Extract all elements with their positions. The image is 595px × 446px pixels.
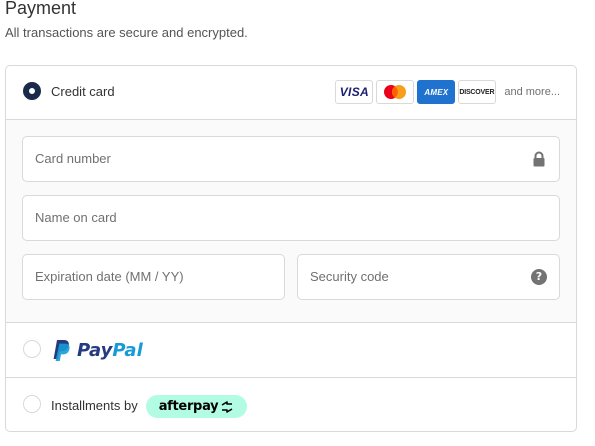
afterpay-radio[interactable] [23, 395, 41, 413]
section-subtitle: All transactions are secure and encrypte… [5, 25, 248, 40]
installments-label: Installments by [51, 398, 138, 413]
discover-logo: DISCOVER [458, 80, 497, 104]
mastercard-icon [384, 85, 407, 99]
discover-logo-text: DISCOVER [459, 88, 495, 96]
card-number-placeholder: Card number [35, 151, 111, 166]
question-mark-icon[interactable]: ? [531, 269, 547, 285]
visa-logo: VISA [335, 80, 374, 104]
paypal-wordmark-pay: Pay [77, 339, 113, 361]
paypal-p-icon [53, 340, 70, 361]
afterpay-wordmark: afterpay [158, 399, 219, 414]
section-title: Payment [5, 0, 77, 18]
card-logos: VISA AMEX DISCOVER and more... [335, 80, 560, 104]
paypal-option[interactable]: PayPal [6, 323, 576, 378]
credit-card-option[interactable]: Credit card VISA AMEX DISCOVER and more.… [6, 66, 576, 119]
credit-card-label: Credit card [51, 84, 115, 99]
lock-icon [533, 151, 545, 167]
afterpay-option[interactable]: Installments by afterpay [6, 378, 576, 431]
paypal-wordmark-pal: Pal [112, 339, 143, 361]
name-on-card-field[interactable]: Name on card [22, 195, 560, 241]
amex-logo-text: AMEX [424, 87, 449, 97]
paypal-logo: PayPal [51, 337, 143, 363]
amex-logo: AMEX [417, 80, 456, 104]
visa-logo-text: VISA [339, 85, 369, 99]
card-number-field[interactable]: Card number [22, 136, 560, 182]
paypal-radio[interactable] [23, 340, 41, 358]
afterpay-arrows-icon [221, 400, 233, 413]
more-cards-text: and more... [504, 86, 560, 98]
afterpay-badge: afterpay [146, 395, 247, 418]
paypal-wordmark: PayPal [77, 340, 143, 361]
name-on-card-placeholder: Name on card [35, 210, 117, 225]
security-code-placeholder: Security code [310, 269, 389, 284]
expiration-date-field[interactable]: Expiration date (MM / YY) [22, 254, 285, 300]
credit-card-radio[interactable] [23, 82, 41, 100]
security-code-field[interactable]: Security code ? [297, 254, 560, 300]
expiration-date-placeholder: Expiration date (MM / YY) [35, 269, 184, 284]
payment-methods-box: Credit card VISA AMEX DISCOVER and more.… [5, 65, 577, 432]
mastercard-logo [376, 80, 415, 104]
credit-card-form: Card number Name on card Expiration date… [6, 119, 576, 323]
